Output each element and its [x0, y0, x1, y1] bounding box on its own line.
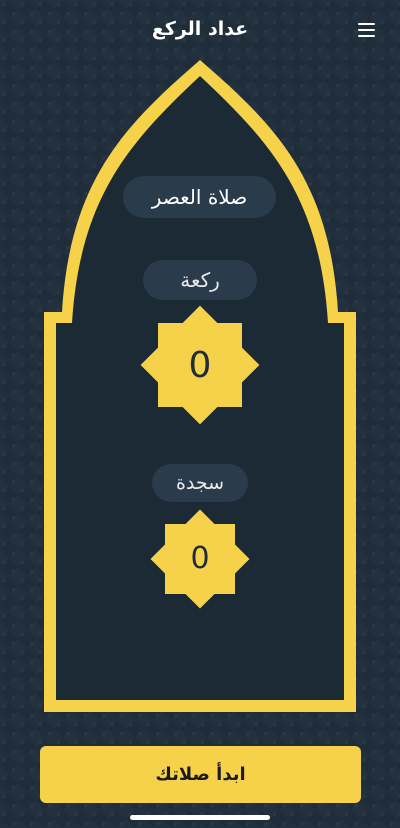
rakaa-label-badge: ركعة: [143, 260, 257, 300]
mihrab-frame: [44, 60, 356, 712]
sajda-count-value: 0: [190, 541, 210, 576]
start-prayer-button[interactable]: ابدأ صلاتك: [40, 746, 361, 803]
prayer-name-label: صلاة العصر: [151, 185, 248, 209]
rakaa-count-value: 0: [188, 345, 212, 386]
rakaa-label: ركعة: [180, 268, 220, 292]
sajda-label: سجدة: [175, 472, 225, 494]
sajda-label-badge: سجدة: [152, 464, 248, 502]
prayer-name-badge: صلاة العصر: [123, 176, 276, 218]
home-indicator: [130, 815, 270, 820]
start-prayer-button-label: ابدأ صلاتك: [155, 764, 246, 785]
